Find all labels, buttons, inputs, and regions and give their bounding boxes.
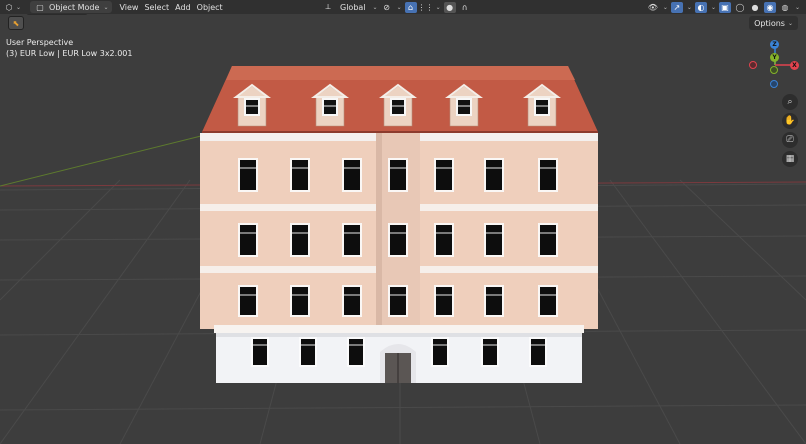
zoom-icon[interactable]: ⌕ bbox=[782, 94, 798, 110]
perspective-label: User Perspective bbox=[6, 38, 74, 47]
select-tool-icon[interactable]: ⬉ bbox=[8, 16, 24, 30]
transform-orientation-icon: ⟂ bbox=[325, 2, 331, 11]
orientation-selector[interactable]: Global bbox=[337, 1, 369, 13]
gizmo-x-axis[interactable]: X bbox=[790, 61, 799, 70]
gizmo-neg-y[interactable] bbox=[770, 66, 778, 74]
window bbox=[342, 158, 362, 192]
chevron-down-icon: ⌄ bbox=[435, 3, 441, 11]
viewport-display-tools: 👁 ⌄ ↗ ⌄ ◐ ⌄ ▣ ◯ ● ◉ ◍ ⌄ bbox=[647, 0, 800, 14]
pan-hand-icon[interactable]: ✋ bbox=[782, 113, 798, 129]
viewport-header: ⬡ ⌄ ▢ Object Mode ⌄ View Select Add Object … bbox=[0, 0, 806, 14]
active-object-label: (3) EUR Low | EUR Low 3x2.001 bbox=[6, 49, 133, 58]
chevron-down-icon: ⌄ bbox=[686, 3, 692, 11]
wireframe-shading-icon[interactable]: ◯ bbox=[734, 2, 746, 13]
solid-shading-icon[interactable]: ● bbox=[749, 2, 761, 13]
ground-window bbox=[299, 337, 317, 367]
ground-window bbox=[347, 337, 365, 367]
viewport-info: User Perspective (3) EUR Low | EUR Low 3… bbox=[6, 37, 132, 59]
menu-select[interactable]: Select bbox=[141, 1, 172, 13]
3d-viewport-icon: ⬡ bbox=[5, 2, 13, 12]
window bbox=[388, 223, 408, 257]
mode-selector[interactable]: ▢ Object Mode ⌄ bbox=[30, 1, 113, 13]
window bbox=[290, 223, 310, 257]
pivot-point-icon[interactable]: ⊘ bbox=[381, 2, 393, 13]
chevron-down-icon: ⌄ bbox=[710, 3, 716, 11]
gizmo-neg-z[interactable] bbox=[770, 80, 778, 88]
window bbox=[290, 285, 310, 317]
window bbox=[238, 285, 258, 317]
gizmo-neg-x[interactable] bbox=[749, 61, 757, 69]
snap-target-icon[interactable]: ⋮⋮ bbox=[418, 2, 434, 13]
menu-object[interactable]: Object bbox=[194, 1, 226, 13]
window bbox=[238, 158, 258, 192]
building-model[interactable] bbox=[0, 0, 806, 444]
gizmo-z-label: Z bbox=[772, 41, 777, 48]
window bbox=[538, 223, 558, 257]
window bbox=[388, 285, 408, 317]
chevron-down-icon: ⌄ bbox=[103, 3, 109, 11]
options-label: Options bbox=[754, 18, 785, 28]
window bbox=[538, 158, 558, 192]
snap-icon[interactable]: ⌂ bbox=[404, 1, 417, 13]
window bbox=[238, 223, 258, 257]
menu-view[interactable]: View bbox=[116, 1, 141, 13]
gizmo-x-label: X bbox=[792, 62, 797, 69]
object-mode-icon: ▢ bbox=[36, 2, 44, 12]
editor-type-selector[interactable]: ⬡ ⌄ bbox=[0, 1, 24, 13]
window bbox=[434, 158, 454, 192]
window bbox=[290, 158, 310, 192]
window bbox=[434, 223, 454, 257]
gizmo-toggle-icon[interactable]: ↗ bbox=[670, 1, 683, 13]
chevron-down-icon: ⌄ bbox=[16, 3, 22, 11]
ground-window bbox=[529, 337, 547, 367]
gizmo-z-axis[interactable]: Z bbox=[770, 40, 779, 49]
chevron-down-icon: ⌄ bbox=[787, 19, 793, 27]
material-shading-icon[interactable]: ◉ bbox=[763, 1, 776, 13]
ground-window bbox=[481, 337, 499, 367]
blender-window: ⬡ ⌄ ▢ Object Mode ⌄ View Select Add Object … bbox=[0, 0, 806, 444]
options-button[interactable]: Options ⌄ bbox=[749, 16, 798, 30]
window bbox=[484, 223, 504, 257]
chevron-down-icon: ⌄ bbox=[662, 3, 668, 11]
window bbox=[484, 158, 504, 192]
menu-add[interactable]: Add bbox=[172, 1, 194, 13]
camera-view-icon[interactable]: ⎚ bbox=[782, 132, 798, 148]
transform-tools: ⟂ Global ⌄ ⊘ ⌄ ⌂ ⋮⋮ ⌄ ● ∩ bbox=[322, 0, 471, 14]
gizmo-y-axis[interactable]: Y bbox=[770, 53, 779, 62]
window bbox=[484, 285, 504, 317]
window bbox=[342, 223, 362, 257]
window bbox=[388, 158, 408, 192]
overlays-icon[interactable]: ◐ bbox=[694, 1, 707, 13]
chevron-down-icon: ⌄ bbox=[372, 3, 378, 11]
window bbox=[538, 285, 558, 317]
ground-window bbox=[431, 337, 449, 367]
mode-label: Object Mode bbox=[49, 2, 100, 12]
proportional-editing-icon[interactable]: ● bbox=[443, 1, 456, 13]
chevron-down-icon: ⌄ bbox=[794, 3, 800, 11]
ground-window bbox=[251, 337, 269, 367]
chevron-down-icon: ⌄ bbox=[396, 3, 402, 11]
falloff-icon[interactable]: ∩ bbox=[459, 2, 471, 13]
visibility-icon[interactable]: 👁 bbox=[647, 2, 659, 13]
window bbox=[434, 285, 454, 317]
perspective-grid-icon[interactable]: ▦ bbox=[782, 151, 798, 167]
xray-icon[interactable]: ▣ bbox=[718, 1, 731, 13]
rendered-shading-icon[interactable]: ◍ bbox=[779, 2, 791, 13]
gizmo-y-label: Y bbox=[772, 54, 777, 61]
window bbox=[342, 285, 362, 317]
